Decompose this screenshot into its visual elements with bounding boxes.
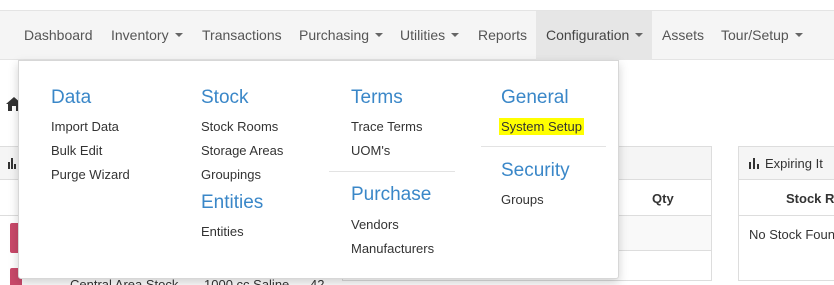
menu-divider bbox=[329, 171, 455, 172]
menu-groupings[interactable]: Groupings bbox=[201, 167, 261, 182]
chevron-down-icon bbox=[635, 33, 644, 38]
nav-dashboard-label: Dashboard bbox=[24, 27, 93, 43]
bar-chart-icon bbox=[8, 157, 16, 169]
menu-bulk-edit[interactable]: Bulk Edit bbox=[51, 143, 102, 158]
nav-utilities[interactable]: Utilities bbox=[400, 11, 460, 60]
menu-import-data[interactable]: Import Data bbox=[51, 119, 119, 134]
general-section-heading: General bbox=[501, 87, 569, 108]
row-divider bbox=[739, 215, 834, 216]
menu-trace-terms[interactable]: Trace Terms bbox=[351, 119, 423, 134]
security-section-heading: Security bbox=[501, 160, 570, 181]
nav-tour-setup[interactable]: Tour/Setup bbox=[721, 11, 803, 60]
nav-utilities-label: Utilities bbox=[400, 27, 446, 43]
purchase-section-heading: Purchase bbox=[351, 184, 432, 205]
terms-section-heading: Terms bbox=[351, 87, 403, 108]
row-divider bbox=[0, 215, 19, 216]
left-panel bbox=[0, 146, 20, 285]
nav-reports[interactable]: Reports bbox=[478, 11, 527, 60]
nav-reports-label: Reports bbox=[478, 27, 528, 43]
expiring-panel-heading: Expiring It bbox=[739, 147, 834, 180]
menu-uoms[interactable]: UOM's bbox=[351, 143, 390, 158]
nav-configuration[interactable]: Configuration bbox=[536, 11, 652, 60]
menu-entities[interactable]: Entities bbox=[201, 224, 244, 239]
nav-purchasing[interactable]: Purchasing bbox=[299, 11, 384, 60]
bar-chart-icon bbox=[749, 157, 759, 169]
top-navbar: Dashboard Inventory Transactions Purchas… bbox=[0, 10, 834, 60]
nav-transactions[interactable]: Transactions bbox=[202, 11, 282, 60]
chevron-down-icon bbox=[451, 33, 460, 38]
stock-section-heading: Stock bbox=[201, 87, 249, 108]
nav-assets[interactable]: Assets bbox=[662, 11, 704, 60]
nav-inventory-label: Inventory bbox=[111, 27, 169, 43]
nav-configuration-label: Configuration bbox=[546, 27, 630, 43]
nav-transactions-label: Transactions bbox=[202, 27, 282, 43]
left-panel-heading bbox=[0, 147, 19, 180]
expiring-panel-title: Expiring It bbox=[765, 156, 823, 171]
expiring-items-panel: Expiring It Stock R No Stock Foun bbox=[738, 146, 834, 281]
menu-purge-wizard[interactable]: Purge Wizard bbox=[51, 167, 130, 182]
chevron-down-icon bbox=[174, 33, 183, 38]
nav-tour-setup-label: Tour/Setup bbox=[721, 27, 789, 43]
nav-dashboard[interactable]: Dashboard bbox=[24, 11, 93, 60]
nav-inventory[interactable]: Inventory bbox=[111, 11, 183, 60]
empty-state-text: No Stock Foun bbox=[749, 227, 834, 242]
nav-assets-label: Assets bbox=[662, 27, 705, 43]
qty-column-header: Qty bbox=[652, 191, 674, 206]
configuration-dropdown-menu: Data Import Data Bulk Edit Purge Wizard … bbox=[18, 60, 619, 279]
menu-divider bbox=[481, 146, 606, 147]
menu-manufacturers[interactable]: Manufacturers bbox=[351, 241, 434, 256]
nav-purchasing-label: Purchasing bbox=[299, 27, 370, 43]
entities-section-heading: Entities bbox=[201, 192, 264, 213]
menu-vendors[interactable]: Vendors bbox=[351, 217, 399, 232]
menu-groups[interactable]: Groups bbox=[501, 192, 544, 207]
menu-storage-areas[interactable]: Storage Areas bbox=[201, 143, 283, 158]
menu-system-setup[interactable]: System Setup bbox=[499, 118, 584, 135]
data-section-heading: Data bbox=[51, 87, 92, 108]
chevron-down-icon bbox=[794, 33, 803, 38]
menu-stock-rooms[interactable]: Stock Rooms bbox=[201, 119, 278, 134]
stock-room-column-header: Stock R bbox=[786, 191, 834, 206]
chevron-down-icon bbox=[375, 33, 384, 38]
